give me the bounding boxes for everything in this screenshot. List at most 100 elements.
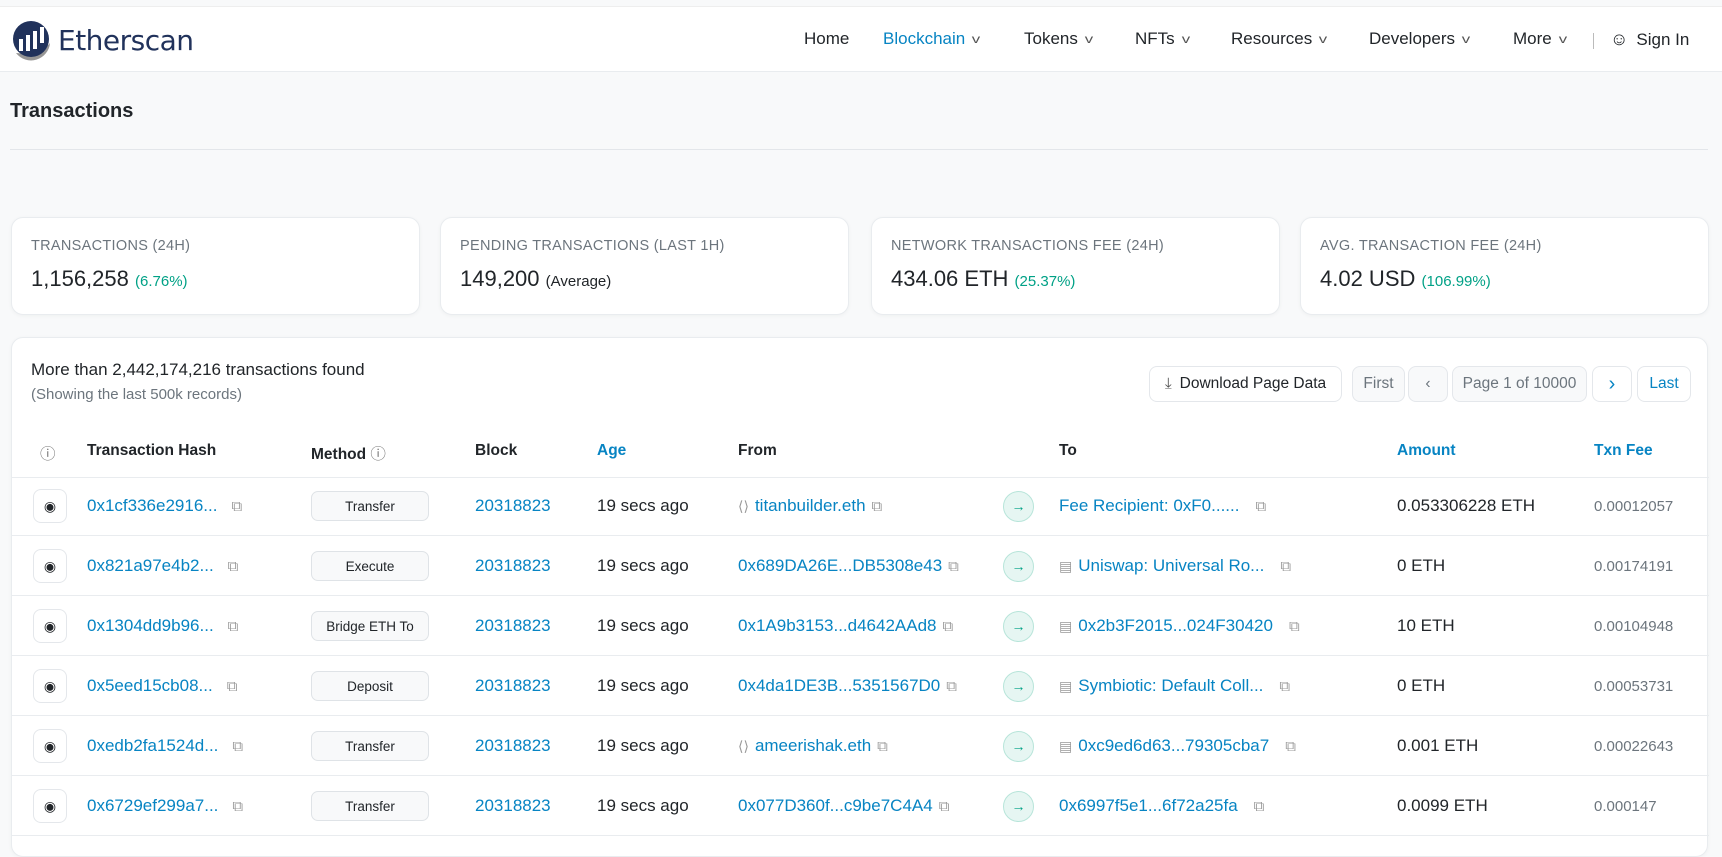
header-age[interactable]: Age [597, 442, 626, 460]
block-link[interactable]: 20318823 [475, 796, 551, 816]
eye-icon[interactable]: ◉ [33, 549, 67, 583]
copy-icon[interactable]: ⧉ [943, 618, 954, 635]
nav-home[interactable]: Home [804, 29, 849, 49]
stat-card-avg-fee: AVG. TRANSACTION FEE (24H) 4.02 USD (106… [1300, 217, 1709, 315]
to-address-link[interactable]: 0xc9ed6d63...79305cba7 [1078, 736, 1269, 756]
eye-icon[interactable]: ◉ [33, 729, 67, 763]
stat-label: AVG. TRANSACTION FEE (24H) [1320, 238, 1542, 254]
contract-icon: ▤ [1059, 557, 1073, 574]
nav-more[interactable]: More v [1513, 29, 1567, 49]
from-cell: 0x4da1DE3B...5351567D0 ⧉ [738, 656, 957, 716]
transaction-hash-link[interactable]: 0x5eed15cb08... [87, 676, 213, 696]
etherscan-logo[interactable]: Etherscan [10, 19, 194, 61]
block-link[interactable]: 20318823 [475, 676, 551, 696]
transaction-hash-link[interactable]: 0x821a97e4b2... [87, 556, 214, 576]
amount-text: 0.001 ETH [1397, 736, 1479, 755]
copy-icon[interactable]: ⧉ [231, 498, 242, 515]
ens-icon: ⟨⟩ [738, 497, 749, 514]
copy-icon[interactable]: ⧉ [948, 558, 959, 575]
nav-developers[interactable]: Developers v [1369, 29, 1470, 49]
from-address-link[interactable]: 0x4da1DE3B...5351567D0 [738, 676, 940, 696]
header-to: To [1059, 442, 1077, 459]
page-indicator: Page 1 of 10000 [1452, 366, 1587, 402]
amount-text: 10 ETH [1397, 616, 1455, 635]
to-address-link[interactable]: Fee Recipient: 0xF0...... [1059, 496, 1239, 516]
eye-icon[interactable]: ◉ [33, 669, 67, 703]
copy-icon[interactable]: ⧉ [946, 678, 957, 695]
prev-page-button[interactable]: ‹ [1408, 366, 1448, 402]
last-page-button[interactable]: Last [1637, 366, 1691, 402]
transaction-hash-link[interactable]: 0xedb2fa1524d... [87, 736, 218, 756]
to-address-link[interactable]: 0x6997f5e1...6f72a25fa [1059, 796, 1238, 816]
transaction-hash-link[interactable]: 0x6729ef299a7... [87, 796, 218, 816]
method-cell: Bridge ETH To [311, 596, 429, 656]
nav-blockchain[interactable]: Blockchain v [883, 29, 980, 49]
header-amount[interactable]: Amount [1397, 442, 1456, 460]
copy-icon[interactable]: ⧉ [228, 558, 239, 575]
eye-cell: ◉ [33, 716, 67, 776]
copy-icon[interactable]: ⧉ [1285, 738, 1296, 755]
copy-icon[interactable]: ⧉ [1254, 798, 1265, 815]
block-cell: 20318823 [475, 536, 551, 596]
stat-value: 149,200 (Average) [460, 266, 611, 292]
block-link[interactable]: 20318823 [475, 556, 551, 576]
nav-tokens[interactable]: Tokens v [1024, 29, 1094, 49]
to-address-link[interactable]: 0x2b3F2015...024F30420 [1078, 616, 1273, 636]
to-address-link[interactable]: Symbiotic: Default Coll... [1078, 676, 1263, 696]
transaction-hash-link[interactable]: 0x1cf336e2916... [87, 496, 217, 516]
copy-icon[interactable]: ⧉ [232, 738, 243, 755]
copy-icon[interactable]: ⧉ [1279, 678, 1290, 695]
contract-icon: ▤ [1059, 617, 1073, 634]
table-row: ◉ 0x821a97e4b2... ⧉ Execute 20318823 19 secs … [12, 536, 1709, 596]
amount-text: 0.053306228 ETH [1397, 496, 1535, 515]
copy-icon[interactable]: ⧉ [1289, 618, 1300, 635]
first-page-button[interactable]: First [1352, 366, 1405, 402]
help-icon[interactable]: ⓘ [40, 442, 56, 464]
download-page-data-button[interactable]: ⤓ Download Page Data [1149, 366, 1342, 402]
from-address-link[interactable]: 0x689DA26E...DB5308e43 [738, 556, 942, 576]
next-page-button[interactable]: › [1592, 366, 1632, 402]
header-txn-fee[interactable]: Txn Fee [1594, 442, 1653, 460]
chevron-down-icon: v [1181, 32, 1190, 46]
hash-cell: 0x6729ef299a7... ⧉ [87, 776, 243, 836]
transaction-hash-link[interactable]: 0x1304dd9b96... [87, 616, 214, 636]
contract-icon: ▤ [1059, 737, 1073, 754]
arrow-right-icon: → [1003, 550, 1034, 582]
copy-icon[interactable]: ⧉ [228, 618, 239, 635]
eye-icon[interactable]: ◉ [33, 789, 67, 823]
block-link[interactable]: 20318823 [475, 736, 551, 756]
nav-nfts[interactable]: NFTs v [1135, 29, 1190, 49]
eye-icon[interactable]: ◉ [33, 609, 67, 643]
amount-cell: 0.001 ETH [1397, 716, 1478, 776]
block-link[interactable]: 20318823 [475, 496, 551, 516]
copy-icon[interactable]: ⧉ [872, 498, 883, 515]
chevron-down-icon: v [1084, 32, 1094, 46]
fee-cell: 0.00012057 [1594, 476, 1673, 536]
nav-resources[interactable]: Resources v [1231, 29, 1327, 49]
amount-text: 0 ETH [1397, 676, 1446, 695]
nav-label: Resources [1231, 29, 1313, 48]
copy-icon[interactable]: ⧉ [1280, 558, 1291, 575]
from-address-link[interactable]: titanbuilder.eth [755, 496, 866, 516]
copy-icon[interactable]: ⧉ [1255, 498, 1266, 515]
direction-cell: → [1003, 656, 1034, 716]
block-link[interactable]: 20318823 [475, 616, 551, 636]
amount-cell: 0.053306228 ETH [1397, 476, 1535, 536]
chevron-right-icon: › [1608, 372, 1616, 395]
nav-label: NFTs [1135, 29, 1175, 48]
download-icon: ⤓ [1164, 375, 1172, 392]
to-address-link[interactable]: Uniswap: Universal Ro... [1078, 556, 1264, 576]
from-address-link[interactable]: 0x1A9b3153...d4642AAd8 [738, 616, 937, 636]
copy-icon[interactable]: ⧉ [877, 738, 888, 755]
direction-cell: → [1003, 776, 1034, 836]
copy-icon[interactable]: ⧉ [227, 678, 238, 695]
from-address-link[interactable]: 0x077D360f...c9be7C4A4 [738, 796, 933, 816]
stat-value: 434.06 ETH (25.37%) [891, 266, 1075, 292]
from-cell: 0x1A9b3153...d4642AAd8 ⧉ [738, 596, 953, 656]
copy-icon[interactable]: ⧉ [232, 798, 243, 815]
help-icon[interactable]: ⓘ [370, 446, 386, 463]
sign-in-link[interactable]: ☺ Sign In [1610, 29, 1689, 50]
from-address-link[interactable]: ameerishak.eth [755, 736, 871, 756]
eye-icon[interactable]: ◉ [33, 489, 67, 523]
copy-icon[interactable]: ⧉ [939, 798, 950, 815]
